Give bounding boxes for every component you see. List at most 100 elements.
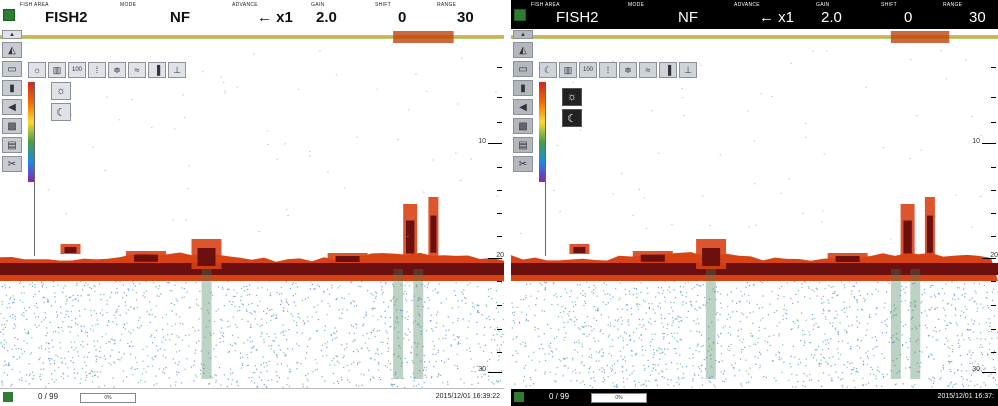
depth-label-10: 10 [478, 138, 486, 145]
timestamp: 2015/12/01 16:39:22 [435, 393, 500, 400]
range-label: RANGE [437, 2, 457, 8]
advance-value: ← x1 [257, 9, 293, 26]
wave-button[interactable]: ≈ [639, 62, 657, 78]
network-button[interactable]: ⊥ [168, 62, 186, 78]
display-icon: ▭ [7, 63, 17, 75]
progress-label: 0% [104, 395, 112, 401]
left-menu: ▲ ◭ ▭ ▮ ◀ ▩ ▤ ✂ [2, 30, 24, 175]
record-count: 0 / 99 [38, 392, 59, 401]
settings-button[interactable]: ✂ [2, 156, 22, 172]
depth-tick [497, 281, 502, 282]
depth-tick [497, 67, 502, 68]
progress-bar: 0% [591, 393, 647, 403]
tree-icon: ⊥ [684, 64, 692, 75]
depth-tick [991, 167, 996, 168]
day-mode-button[interactable]: ☼ [562, 88, 582, 106]
speaker-icon: ◀ [519, 101, 527, 113]
furuno-logo-icon [3, 9, 15, 21]
gain-label: GAIN [816, 2, 830, 8]
clutter-button[interactable]: ≑ [619, 62, 637, 78]
100-icon: 100 [71, 67, 82, 73]
depth-tick [497, 329, 502, 330]
histogram-button[interactable]: ▮ [513, 80, 533, 96]
fish-finder-mode-button[interactable]: ◭ [2, 42, 22, 58]
range-value: 30 [457, 9, 474, 26]
dot-grid-icon: ⁞ [95, 65, 99, 75]
clutter-button[interactable]: ≑ [108, 62, 126, 78]
depth-tick-major [488, 372, 502, 373]
bars-icon: ▥ [52, 64, 62, 75]
color-scale-line [34, 82, 35, 256]
display-toolbar: ☾ ▥ 100 ⁞ ≑ ≈ ▐ ⊥ [539, 62, 697, 78]
moon-icon: ☾ [543, 64, 553, 75]
day-mode-button[interactable]: ☼ [51, 82, 71, 100]
echogram-screen-day: FISH AREA FISH2 MODE NF ADVANCE ← x1 GAI… [0, 0, 504, 406]
fish-finder-mode-button[interactable]: ◭ [513, 42, 533, 58]
fish-icon: ◭ [8, 44, 16, 56]
sound-button[interactable]: ◀ [2, 99, 22, 115]
mode-value: NF [678, 9, 698, 26]
bar-icon: ▐ [153, 65, 161, 75]
bar-icon: ▐ [664, 65, 672, 75]
100-icon: 100 [582, 67, 593, 73]
signal-level-button[interactable]: ▥ [559, 62, 577, 78]
signal-level-button[interactable]: ▥ [48, 62, 66, 78]
gain-100-button[interactable]: 100 [68, 62, 86, 78]
bar-chart-icon: ▮ [520, 82, 526, 94]
transducer-icon: ▩ [7, 120, 17, 132]
transducer-icon: ▩ [518, 120, 528, 132]
depth-scale: 10 20 30 [972, 29, 998, 389]
depth-tick [497, 167, 502, 168]
gain-100-button[interactable]: 100 [579, 62, 597, 78]
save-button[interactable]: ▤ [513, 137, 533, 153]
depth-label-30: 30 [478, 366, 486, 373]
bar-button[interactable]: ▐ [659, 62, 677, 78]
night-mode-button[interactable]: ☾ [562, 109, 582, 127]
furuno-logo-icon [3, 392, 13, 402]
depth-scale: 10 20 30 [478, 29, 504, 389]
depth-label-20: 20 [496, 252, 504, 259]
night-mode-button[interactable]: ☾ [51, 103, 71, 121]
minus-grid-icon: ≑ [624, 64, 632, 75]
gain-label: GAIN [311, 2, 325, 8]
brightness-button[interactable]: ☼ [28, 62, 46, 78]
menu-collapse-button[interactable]: ▲ [513, 30, 533, 39]
menu-collapse-button[interactable]: ▲ [2, 30, 22, 39]
transducer-button[interactable]: ▩ [513, 118, 533, 134]
brightness-button[interactable]: ☾ [539, 62, 557, 78]
interference-button[interactable]: ⁞ [88, 62, 106, 78]
depth-tick [991, 329, 996, 330]
advance-label: ADVANCE [734, 2, 760, 8]
depth-tick [991, 67, 996, 68]
echogram-display[interactable] [0, 29, 504, 389]
depth-tick [497, 190, 502, 191]
brightness-submenu: ☼ ☾ [51, 82, 71, 121]
wave-button[interactable]: ≈ [128, 62, 146, 78]
display-mode-button[interactable]: ▭ [2, 61, 22, 77]
echogram-display[interactable] [511, 29, 998, 389]
wave-icon: ≈ [134, 65, 140, 75]
color-scale-line [545, 82, 546, 256]
save-icon: ▤ [518, 139, 528, 151]
transducer-button[interactable]: ▩ [2, 118, 22, 134]
depth-tick [991, 281, 996, 282]
interference-button[interactable]: ⁞ [599, 62, 617, 78]
status-header: FISH AREA FISH2 MODE NF ADVANCE ← x1 GAI… [0, 0, 504, 29]
display-mode-button[interactable]: ▭ [513, 61, 533, 77]
display-toolbar: ☼ ▥ 100 ⁞ ≑ ≈ ▐ ⊥ [28, 62, 186, 78]
bar-button[interactable]: ▐ [148, 62, 166, 78]
depth-tick [991, 190, 996, 191]
bar-chart-icon: ▮ [9, 82, 15, 94]
wrench-icon: ✂ [518, 158, 528, 170]
network-button[interactable]: ⊥ [679, 62, 697, 78]
save-button[interactable]: ▤ [2, 137, 22, 153]
fish-area-label: FISH AREA [20, 2, 49, 8]
sound-button[interactable]: ◀ [513, 99, 533, 115]
histogram-button[interactable]: ▮ [2, 80, 22, 96]
fish-area-value: FISH2 [45, 9, 88, 26]
fish-area-value: FISH2 [556, 9, 599, 26]
moon-icon: ☾ [567, 112, 577, 125]
advance-value: ← x1 [759, 9, 795, 26]
settings-button[interactable]: ✂ [513, 156, 533, 172]
record-count: 0 / 99 [549, 392, 570, 401]
